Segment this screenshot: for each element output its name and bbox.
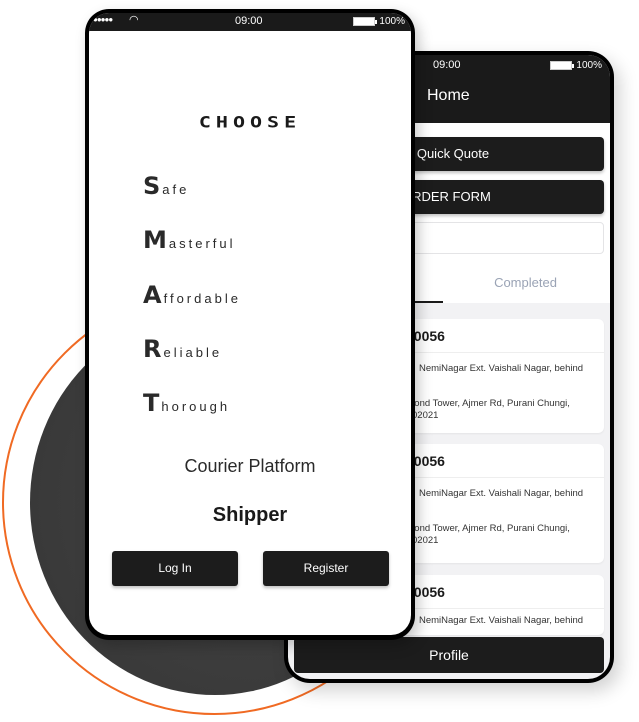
smart-item-safe: S afe xyxy=(143,172,190,200)
battery-indicator: 100% xyxy=(550,60,602,71)
profile-button[interactable]: Profile xyxy=(294,637,604,673)
smart-word: horough xyxy=(161,399,231,414)
page-title: Home xyxy=(427,87,470,104)
smart-initial: S xyxy=(143,172,161,200)
brand-logo: CHOOSE xyxy=(198,112,302,132)
smart-word: asterful xyxy=(168,236,236,251)
smart-initial: A xyxy=(143,281,162,309)
status-time: 09:00 xyxy=(433,59,461,71)
smart-word: afe xyxy=(162,182,190,197)
login-screen: ●●●●● ◠ 09:00 100% CHOOSE S afe M asterf… xyxy=(89,13,411,635)
smart-item-masterful: M asterful xyxy=(143,226,236,254)
smart-word: ffordable xyxy=(163,291,241,306)
login-button[interactable]: Log In xyxy=(112,551,238,586)
battery-icon xyxy=(353,17,376,26)
smart-initial: R xyxy=(143,335,162,363)
platform-subtitle: Courier Platform xyxy=(184,456,316,476)
smart-item-affordable: A ffordable xyxy=(143,281,241,309)
register-button[interactable]: Register xyxy=(263,551,389,586)
smart-initial: M xyxy=(143,226,167,254)
battery-percent: 100% xyxy=(379,16,405,27)
wifi-icon: ◠ xyxy=(129,14,139,26)
tab-completed[interactable]: Completed xyxy=(443,263,608,303)
battery-percent: 100% xyxy=(576,60,602,71)
login-phone-mockup: ●●●●● ◠ 09:00 100% CHOOSE S afe M asterf… xyxy=(85,9,415,640)
smart-item-reliable: R eliable xyxy=(143,335,223,363)
smart-word: eliable xyxy=(163,345,223,360)
status-time: 09:00 xyxy=(235,15,263,27)
battery-indicator: 100% xyxy=(353,16,405,27)
signal-dots-icon: ●●●●● xyxy=(93,15,113,24)
smart-item-thorough: T horough xyxy=(143,389,231,417)
status-bar: ●●●●● ◠ 09:00 100% xyxy=(89,13,411,31)
role-title: Shipper xyxy=(212,504,288,526)
battery-icon xyxy=(550,61,573,70)
smart-initial: T xyxy=(143,389,160,417)
battery-tip-icon xyxy=(572,63,575,68)
battery-tip-icon xyxy=(375,19,378,24)
